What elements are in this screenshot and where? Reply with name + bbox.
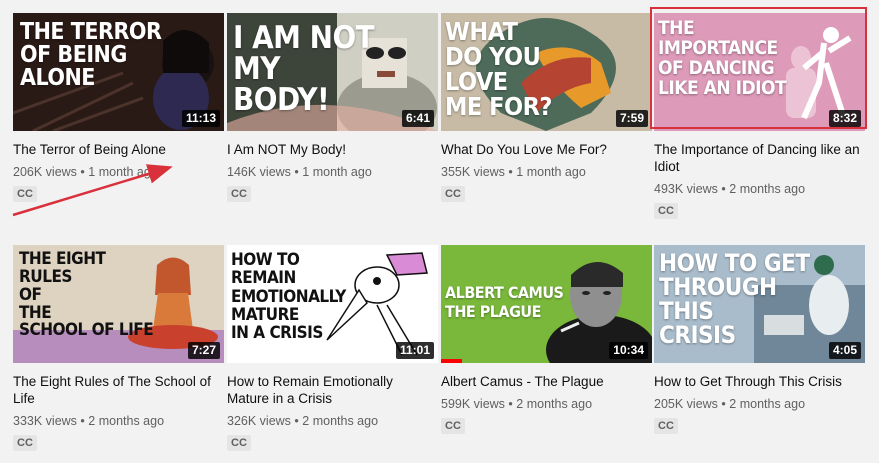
- cc-badge: CC: [654, 418, 678, 434]
- video-title[interactable]: The Terror of Being Alone: [13, 141, 224, 158]
- video-duration: 11:13: [181, 110, 220, 127]
- meta-separator: •: [80, 165, 85, 179]
- meta-separator: •: [294, 165, 299, 179]
- video-title[interactable]: Albert Camus - The Plague: [441, 373, 652, 390]
- video-thumbnail[interactable]: WHAT DO YOU LOVE ME FOR? 7:59: [441, 13, 652, 131]
- view-count: 599K views: [441, 397, 505, 411]
- view-count: 355K views: [441, 165, 505, 179]
- video-meta: 333K views • 2 months ago: [13, 413, 224, 429]
- video-meta: 355K views • 1 month ago: [441, 164, 652, 180]
- video-thumbnail[interactable]: HOW TO REMAIN EMOTIONALLY MATURE IN A CR…: [227, 245, 438, 363]
- video-meta: 599K views • 2 months ago: [441, 396, 652, 412]
- meta-separator: •: [294, 414, 299, 428]
- watch-progress-bar: [441, 359, 463, 363]
- video-title[interactable]: How to Remain Emotionally Mature in a Cr…: [227, 373, 438, 407]
- video-title[interactable]: The Importance of Dancing like an Idiot: [654, 141, 865, 175]
- video-meta: 493K views • 2 months ago: [654, 181, 865, 197]
- video-title[interactable]: I Am NOT My Body!: [227, 141, 438, 158]
- view-count: 493K views: [654, 182, 718, 196]
- video-duration: 4:05: [828, 342, 861, 359]
- meta-separator: •: [721, 397, 726, 411]
- cc-badge: CC: [441, 418, 465, 434]
- cc-badge: CC: [227, 435, 251, 451]
- cc-badge: CC: [227, 186, 251, 202]
- video-meta: 206K views • 1 month ago: [13, 164, 224, 180]
- video-meta: 146K views • 1 month ago: [227, 164, 438, 180]
- video-card[interactable]: WHAT DO YOU LOVE ME FOR? 7:59 What Do Yo…: [441, 13, 652, 202]
- view-count: 326K views: [227, 414, 291, 428]
- cc-badge: CC: [441, 186, 465, 202]
- video-meta: 205K views • 2 months ago: [654, 396, 865, 412]
- video-duration: 7:27: [187, 342, 220, 359]
- thumbnail-title-text: ALBERT CAMUS THE PLAGUE: [445, 283, 564, 322]
- video-thumbnail[interactable]: ALBERT CAMUS THE PLAGUE 10:34: [441, 245, 652, 363]
- upload-age: 1 month ago: [516, 165, 586, 179]
- video-duration: 7:59: [615, 110, 648, 127]
- video-thumbnail[interactable]: THE TERROR OF BEING ALONE 11:13: [13, 13, 224, 131]
- upload-age: 1 month ago: [302, 165, 372, 179]
- video-thumbnail[interactable]: I AM NOT MY BODY! 6:41: [227, 13, 438, 131]
- thumbnail-title-text: THE IMPORTANCE OF DANCING LIKE AN IDIOT: [658, 17, 787, 99]
- thumbnail-title-text: THE TERROR OF BEING ALONE: [20, 19, 162, 91]
- upload-age: 2 months ago: [516, 397, 593, 411]
- cc-badge: CC: [13, 435, 37, 451]
- video-thumbnail[interactable]: THE EIGHT RULES OF THE SCHOOL OF LIFE 7:…: [13, 245, 224, 363]
- view-count: 333K views: [13, 414, 77, 428]
- upload-age: 2 months ago: [729, 182, 806, 196]
- video-card[interactable]: HOW TO REMAIN EMOTIONALLY MATURE IN A CR…: [227, 245, 438, 451]
- video-card[interactable]: THE EIGHT RULES OF THE SCHOOL OF LIFE 7:…: [13, 245, 224, 451]
- view-count: 206K views: [13, 165, 77, 179]
- upload-age: 1 month ago: [88, 165, 158, 179]
- video-meta: 326K views • 2 months ago: [227, 413, 438, 429]
- video-card[interactable]: ALBERT CAMUS THE PLAGUE 10:34 Albert Cam…: [441, 245, 652, 434]
- video-duration: 11:01: [395, 342, 434, 359]
- video-title[interactable]: What Do You Love Me For?: [441, 141, 652, 158]
- view-count: 205K views: [654, 397, 718, 411]
- cc-badge: CC: [654, 203, 678, 219]
- meta-separator: •: [80, 414, 85, 428]
- video-duration: 10:34: [609, 342, 648, 359]
- view-count: 146K views: [227, 165, 291, 179]
- meta-separator: •: [508, 165, 513, 179]
- upload-age: 2 months ago: [729, 397, 806, 411]
- upload-age: 2 months ago: [88, 414, 165, 428]
- video-card[interactable]: THE TERROR OF BEING ALONE 11:13 The Terr…: [13, 13, 224, 202]
- video-card[interactable]: THE IMPORTANCE OF DANCING LIKE AN IDIOT …: [654, 13, 865, 219]
- thumbnail-title-text: HOW TO REMAIN EMOTIONALLY MATURE IN A CR…: [231, 250, 346, 344]
- thumbnail-title-text: I AM NOT MY BODY!: [233, 20, 375, 118]
- cc-badge: CC: [13, 186, 37, 202]
- thumbnail-title-text: HOW TO GET THROUGH THIS CRISIS: [659, 249, 810, 349]
- video-duration: 6:41: [401, 110, 434, 127]
- thumbnail-title-text: THE EIGHT RULES OF THE SCHOOL OF LIFE: [19, 249, 154, 341]
- video-card[interactable]: I AM NOT MY BODY! 6:41 I Am NOT My Body!…: [227, 13, 438, 202]
- upload-age: 2 months ago: [302, 414, 379, 428]
- video-thumbnail[interactable]: THE IMPORTANCE OF DANCING LIKE AN IDIOT …: [654, 13, 865, 131]
- meta-separator: •: [721, 182, 726, 196]
- video-duration: 8:32: [828, 110, 861, 127]
- video-thumbnail[interactable]: HOW TO GET THROUGH THIS CRISIS 4:05: [654, 245, 865, 363]
- video-title[interactable]: How to Get Through This Crisis: [654, 373, 865, 390]
- meta-separator: •: [508, 397, 513, 411]
- video-title[interactable]: The Eight Rules of The School of Life: [13, 373, 224, 407]
- video-card[interactable]: HOW TO GET THROUGH THIS CRISIS 4:05 How …: [654, 245, 865, 434]
- thumbnail-title-text: WHAT DO YOU LOVE ME FOR?: [445, 17, 552, 121]
